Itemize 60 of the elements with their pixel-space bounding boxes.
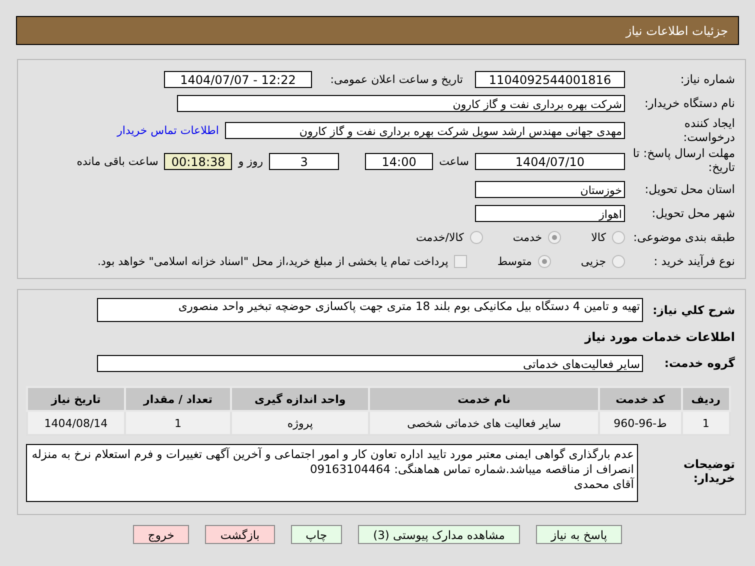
table-cell: 1 (682, 411, 730, 435)
radio-label: کالا (591, 230, 606, 244)
need-number-field: 1104092544001816 (475, 70, 625, 88)
column-header: واحد اندازه گیری (231, 387, 370, 411)
column-header: تعداد / مقدار (124, 387, 231, 411)
column-header: تاریخ نیاز (27, 387, 125, 411)
action-button[interactable]: پاسخ به نیاز (536, 525, 622, 544)
field-label: روز و (238, 154, 264, 168)
field-label: شرح کلي نياز: (652, 303, 735, 317)
table-cell: ط-96-960 (598, 411, 682, 435)
field-label: نوع فرآیند خرید : (652, 254, 735, 268)
field-label: توضیحات خریدار: (682, 458, 735, 486)
radio-label: متوسط (497, 254, 532, 268)
field-label: ساعت (439, 154, 469, 168)
action-button[interactable]: مشاهده مدارک پیوستی (3) (358, 525, 520, 544)
action-button[interactable]: بازگشت (205, 525, 275, 544)
service-group-field: سایر فعالیت‌های خدماتی (97, 354, 643, 372)
deadline-time-field: 14:00 (365, 152, 434, 170)
creator-field: مهدی جهانی مهندس ارشد سویل شرکت بهره برداری نفت و گاز کارون (225, 122, 625, 138)
checkbox[interactable] (454, 254, 468, 268)
buyer-notes-field: عدم بارگذاری گواهی ایمنی معتبر مورد تایید اداره تعاون کار و امور اجتماعی و آخرین آگهی تغییرات و فرم استعلام نرخ به منزله انصراف از مناقصه میباشد.شماره تماس هماهنگی: 09163104464 آقای محمدی (26, 444, 638, 502)
field-label: نام دستگاه خریدار: (643, 96, 735, 110)
column-header: ردیف (682, 387, 730, 411)
remaining-time-field: 00:18:38 (164, 152, 232, 170)
field-label: ایجاد کننده درخواست: (682, 116, 735, 144)
radio-label: جزیی (580, 254, 606, 268)
column-header: کد خدمت (598, 387, 682, 411)
radio-button[interactable] (548, 230, 562, 244)
radio-button[interactable] (612, 254, 625, 268)
description-field: تهیه و تامین 4 دستگاه بیل مکانیکی بوم بلند 18 متری جهت پاکسازی حوضچه تبخیر واحد منصوری (97, 298, 643, 322)
radio-label: کالا/خدمت (416, 230, 464, 244)
table-cell: 1404/08/14 (27, 411, 125, 435)
announce-date-field: 1404/07/07 - 12:22 (164, 70, 312, 88)
radio-button[interactable] (470, 230, 483, 244)
table-cell: 1 (124, 411, 231, 435)
field-label: مهلت ارسال پاسخ: تا تاریخ: (632, 147, 735, 175)
province-field: خوزستان (475, 180, 625, 198)
page-title: جزئیات اطلاعات نیاز (626, 24, 728, 38)
buyer-contact-link[interactable]: اطلاعات تماس خریدار (117, 124, 219, 136)
radio-button[interactable] (538, 254, 551, 268)
radio-label: خدمت (512, 230, 542, 244)
field-label: تاریخ و ساعت اعلان عمومی: (329, 72, 463, 86)
field-label: شماره نیاز: (679, 72, 735, 86)
action-button[interactable]: خروج (132, 525, 190, 544)
days-field: 3 (269, 152, 340, 170)
checkbox-label: پرداخت تمام یا بخشی از مبلغ خرید،از محل "اسناد خزانه اسلامی" خواهد بود. (98, 254, 448, 268)
table-cell: سایر فعالیت های خدماتی شخصی (369, 411, 599, 435)
city-field: اهواز (475, 204, 625, 222)
field-label: ساعت باقی مانده (76, 154, 158, 168)
action-button[interactable]: چاپ (290, 525, 342, 544)
table-cell: پروژه (231, 411, 370, 435)
deadline-date-field: 1404/07/10 (475, 152, 625, 170)
radio-button[interactable] (612, 230, 625, 244)
field-label: استان محل تحویل: (644, 182, 735, 196)
column-header: نام خدمت (369, 387, 599, 411)
section-title: اطلاعات خدمات مورد نیاز (584, 330, 735, 344)
buyer-field: شرکت بهره برداری نفت و گاز کارون (177, 94, 625, 112)
field-label: طبقه بندی موضوعی: (632, 230, 735, 244)
field-label: شهر محل تحویل: (650, 206, 735, 220)
field-label: گروه خدمت: (663, 356, 735, 370)
